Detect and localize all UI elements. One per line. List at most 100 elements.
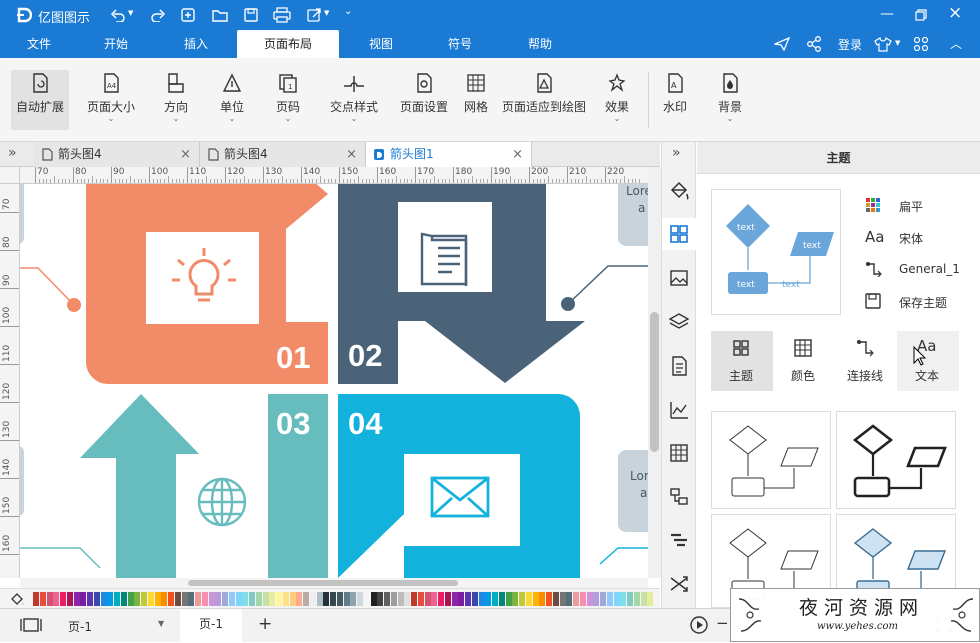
color-swatch[interactable] — [174, 592, 181, 606]
page-list-icon[interactable] — [668, 355, 690, 377]
print-icon[interactable] — [273, 7, 291, 23]
color-swatch[interactable] — [417, 592, 424, 606]
color-swatch[interactable] — [73, 592, 80, 606]
menu-home[interactable]: 开始 — [88, 30, 144, 58]
color-swatch[interactable] — [559, 592, 566, 606]
color-swatch[interactable] — [33, 592, 39, 606]
menu-symbols[interactable]: 符号 — [433, 30, 487, 58]
color-swatch[interactable] — [120, 592, 127, 606]
color-swatch[interactable] — [114, 592, 120, 606]
menu-file[interactable]: 文件 — [12, 30, 66, 58]
color-swatch[interactable] — [519, 592, 525, 606]
color-swatch[interactable] — [485, 592, 492, 606]
color-swatch[interactable] — [343, 592, 350, 606]
doc-tab-1[interactable]: 箭头图4 × — [34, 142, 200, 167]
save-theme-button[interactable]: 保存主题 — [865, 292, 975, 310]
color-swatch[interactable] — [80, 592, 87, 606]
color-swatch[interactable] — [620, 592, 627, 606]
color-swatch[interactable] — [188, 592, 195, 606]
color-swatch[interactable] — [262, 592, 269, 606]
undo-dropdown-icon[interactable]: ▼ — [128, 9, 133, 17]
color-swatch[interactable] — [323, 592, 330, 606]
color-swatch[interactable] — [53, 592, 60, 606]
color-swatch[interactable] — [168, 592, 174, 606]
new-file-icon[interactable] — [180, 7, 196, 23]
color-swatch[interactable] — [566, 592, 573, 606]
doc-tab-2[interactable]: 箭头图4 × — [200, 142, 366, 167]
color-swatch[interactable] — [60, 592, 66, 606]
layers-icon[interactable] — [668, 311, 690, 333]
color-swatch[interactable] — [46, 592, 53, 606]
color-swatch[interactable] — [465, 592, 471, 606]
color-swatch[interactable] — [161, 592, 168, 606]
color-swatch[interactable] — [100, 592, 107, 606]
apps-icon[interactable] — [913, 36, 929, 52]
skin-shirt-icon[interactable] — [874, 36, 892, 52]
color-swatch[interactable] — [397, 592, 404, 606]
undo-icon[interactable] — [110, 8, 126, 22]
color-swatch[interactable] — [505, 592, 512, 606]
chart-icon[interactable] — [668, 399, 690, 421]
restore-icon[interactable] — [915, 9, 927, 21]
menu-insert[interactable]: 插入 — [168, 30, 224, 58]
doc-tab-3-active[interactable]: 箭头图1 × — [366, 142, 532, 167]
close-tab-icon[interactable]: × — [346, 142, 357, 167]
fit-page-to-drawing-button[interactable]: 页面适应到绘图 — [500, 70, 588, 130]
send-icon[interactable] — [774, 37, 790, 51]
theme-option-connector[interactable]: General_1 — [865, 260, 975, 278]
color-swatch[interactable] — [606, 592, 613, 606]
color-swatch[interactable] — [181, 592, 188, 606]
customize-toolbar-icon[interactable]: ⌄ — [344, 6, 352, 17]
color-swatch[interactable] — [647, 592, 654, 606]
color-swatch[interactable] — [309, 592, 316, 606]
panel-tab-connector[interactable]: 连接线 — [835, 331, 897, 391]
color-swatch[interactable] — [336, 592, 343, 606]
zoom-out-button[interactable]: − — [716, 614, 729, 632]
color-swatch[interactable] — [512, 592, 519, 606]
fill-icon[interactable] — [668, 180, 690, 202]
color-swatch[interactable] — [377, 592, 384, 606]
color-swatch[interactable] — [498, 592, 505, 606]
color-swatch[interactable] — [431, 592, 438, 606]
color-swatch[interactable] — [316, 592, 323, 606]
add-page-button[interactable]: + — [258, 614, 272, 634]
login-link[interactable]: 登录 — [838, 36, 862, 53]
effects-button[interactable]: 效果 ⌄ — [600, 70, 634, 130]
grid-button[interactable]: 网格 — [460, 70, 492, 130]
color-swatch[interactable] — [282, 592, 289, 606]
share-icon[interactable] — [806, 36, 822, 52]
color-swatch[interactable] — [39, 592, 46, 606]
theme-thumbnail-2[interactable] — [836, 411, 956, 509]
panel-tab-theme[interactable]: 主题 — [711, 331, 773, 391]
color-swatch[interactable] — [357, 592, 363, 606]
theme-option-flat[interactable]: 扁平 — [865, 196, 975, 214]
color-swatch[interactable] — [350, 592, 357, 606]
color-swatch[interactable] — [370, 592, 377, 606]
table-icon[interactable] — [668, 442, 690, 464]
color-swatch[interactable] — [255, 592, 262, 606]
color-swatch[interactable] — [87, 592, 93, 606]
redo-icon[interactable] — [150, 8, 166, 22]
collapse-panel-icon[interactable]: » — [672, 145, 681, 161]
color-swatch[interactable] — [593, 592, 600, 606]
color-swatch[interactable] — [154, 592, 161, 606]
export-icon[interactable] — [306, 7, 322, 23]
color-swatch[interactable] — [215, 592, 222, 606]
page-number-button[interactable]: 1 页码 ⌄ — [270, 70, 306, 130]
color-swatch[interactable] — [363, 592, 370, 606]
color-swatch[interactable] — [141, 592, 147, 606]
page-setup-button[interactable]: 页面设置 — [396, 70, 452, 130]
color-swatch[interactable] — [330, 592, 336, 606]
color-swatch[interactable] — [478, 592, 485, 606]
color-swatch[interactable] — [127, 592, 134, 606]
color-swatch[interactable] — [249, 592, 255, 606]
page-select[interactable]: 页-1 ▼ — [60, 615, 172, 635]
open-folder-icon[interactable] — [212, 7, 228, 23]
horizontal-scrollbar[interactable] — [20, 578, 648, 588]
org-chart-icon[interactable] — [668, 486, 690, 508]
page-view-icon[interactable] — [20, 617, 42, 633]
color-swatch[interactable] — [532, 592, 539, 606]
color-swatch[interactable] — [269, 592, 276, 606]
unit-button[interactable]: 单位 ⌄ — [214, 70, 250, 130]
drawing-canvas[interactable]: 01 02 03 04 Lore a Lore a — [20, 184, 648, 578]
